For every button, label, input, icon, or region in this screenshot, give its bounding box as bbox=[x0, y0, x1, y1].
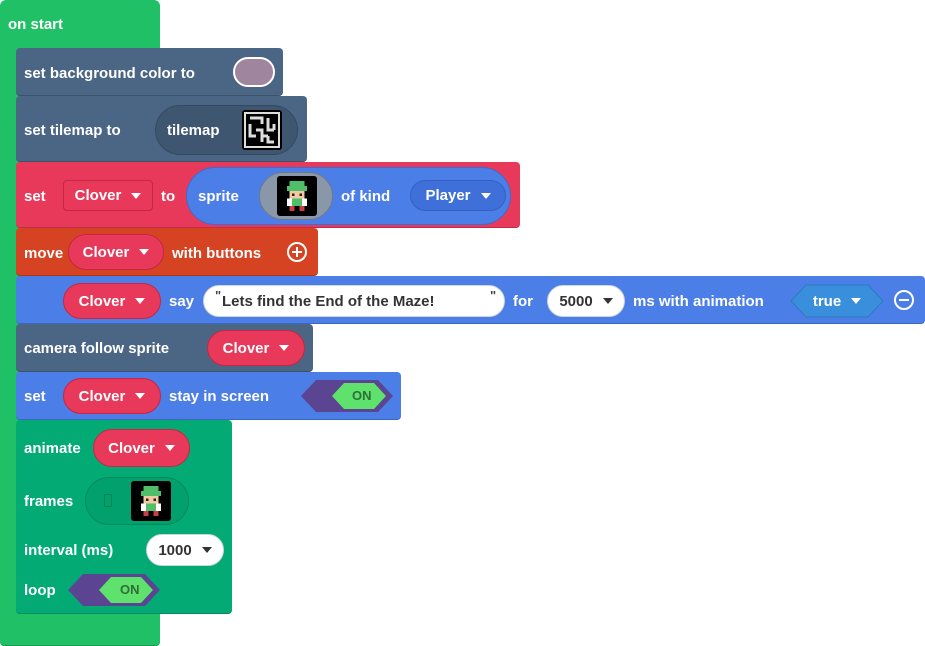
hero-sprite-icon[interactable] bbox=[131, 481, 171, 521]
variable-name: Clover bbox=[82, 243, 130, 261]
tilemap-value-label: tilemap bbox=[167, 122, 220, 139]
variable-dropdown[interactable]: Clover bbox=[63, 180, 153, 211]
set-label: set bbox=[24, 388, 46, 405]
frames-label: frames bbox=[24, 493, 74, 510]
close-quote: " bbox=[490, 288, 497, 303]
chevron-down-icon bbox=[164, 445, 175, 451]
say-label: say bbox=[169, 293, 195, 310]
camera-follow-label: camera follow sprite bbox=[24, 340, 170, 357]
variable-dropdown[interactable]: Clover bbox=[68, 234, 164, 270]
frames-placeholder bbox=[104, 494, 112, 507]
variable-dropdown[interactable]: Clover bbox=[63, 378, 161, 414]
of-kind-label: of kind bbox=[341, 188, 391, 205]
duration-value: 5000 bbox=[559, 292, 593, 310]
chevron-down-icon bbox=[279, 345, 290, 351]
animation-bool-dropdown[interactable]: true bbox=[790, 284, 884, 318]
variable-name: Clover bbox=[78, 387, 126, 405]
variable-name: Clover bbox=[108, 439, 155, 457]
set-label: set bbox=[24, 188, 46, 205]
toggle-state: ON bbox=[352, 388, 372, 403]
say-text-input[interactable]: " Lets find the End of the Maze! " bbox=[203, 285, 505, 317]
variable-dropdown[interactable]: Clover bbox=[93, 429, 190, 467]
kind-dropdown[interactable]: Player bbox=[410, 180, 506, 211]
chevron-down-icon bbox=[480, 192, 491, 199]
color-swatch[interactable] bbox=[233, 57, 275, 87]
chevron-down-icon bbox=[139, 249, 150, 255]
interval-value: 1000 bbox=[158, 541, 192, 559]
say-text: Lets find the End of the Maze! bbox=[222, 292, 435, 310]
ms-with-animation-label: ms with animation bbox=[633, 293, 764, 310]
loop-toggle[interactable]: ON bbox=[67, 573, 161, 607]
to-label: to bbox=[161, 188, 176, 205]
chevron-down-icon bbox=[135, 298, 146, 304]
kind-name: Player bbox=[425, 187, 471, 204]
stay-in-screen-label: stay in screen bbox=[169, 388, 270, 405]
sprite-label: sprite bbox=[198, 188, 239, 205]
hero-sprite-icon[interactable] bbox=[277, 176, 317, 216]
interval-dropdown[interactable]: 1000 bbox=[146, 534, 224, 566]
with-buttons-label: with buttons bbox=[172, 245, 262, 262]
stay-in-screen-toggle[interactable]: ON bbox=[300, 379, 394, 413]
set-tilemap-label: set tilemap to bbox=[24, 122, 121, 139]
for-label: for bbox=[513, 293, 533, 310]
chevron-down-icon bbox=[135, 393, 146, 399]
chevron-down-icon bbox=[131, 192, 142, 199]
variable-name: Clover bbox=[222, 339, 270, 357]
variable-name: Clover bbox=[74, 187, 122, 204]
variable-name: Clover bbox=[78, 292, 126, 310]
interval-label: interval (ms) bbox=[24, 542, 114, 559]
chevron-down-icon bbox=[851, 298, 862, 304]
variable-dropdown[interactable]: Clover bbox=[63, 283, 161, 319]
move-label: move bbox=[24, 245, 64, 262]
set-background-color-label: set background color to bbox=[24, 65, 195, 82]
duration-dropdown[interactable]: 5000 bbox=[547, 285, 625, 317]
animation-bool-value: true bbox=[812, 292, 842, 310]
chevron-down-icon bbox=[201, 547, 212, 553]
variable-dropdown[interactable]: Clover bbox=[207, 330, 305, 366]
on-start-label: on start bbox=[8, 16, 64, 33]
minus-circle-icon[interactable] bbox=[894, 290, 914, 310]
animate-label: animate bbox=[24, 440, 81, 457]
toggle-state: ON bbox=[120, 582, 140, 597]
maze-tilemap-icon[interactable] bbox=[242, 110, 282, 150]
loop-label: loop bbox=[24, 582, 56, 599]
plus-circle-icon[interactable] bbox=[287, 242, 307, 262]
open-quote: " bbox=[215, 288, 222, 303]
chevron-down-icon bbox=[602, 298, 613, 304]
